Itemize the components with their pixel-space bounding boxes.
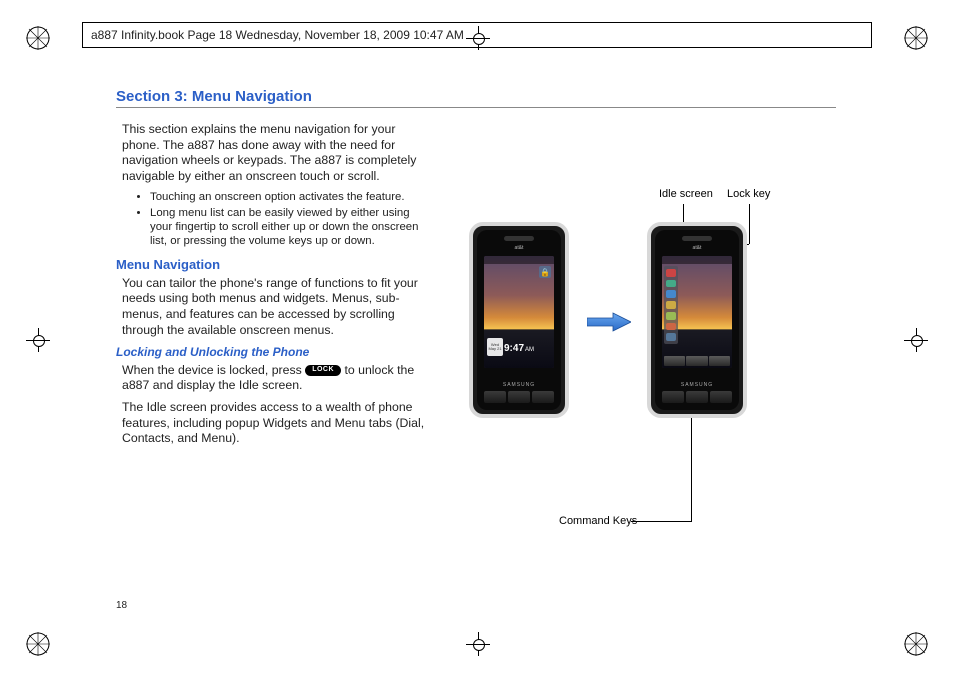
- softkey-bar: [664, 356, 730, 366]
- left-column: This section explains the menu navigatio…: [116, 122, 431, 453]
- date-md: May 21: [488, 347, 501, 351]
- softkey: [686, 356, 707, 366]
- widget-icon: [666, 290, 676, 298]
- lock-key-icon: LOCK: [305, 365, 341, 376]
- phone-speaker: [682, 236, 712, 241]
- registration-mark-icon: [902, 630, 930, 658]
- clock: 9:47AM: [504, 343, 534, 354]
- crop-cross-icon: [466, 632, 490, 656]
- phone-screen: 🔒 Wed May 21 9:47AM: [484, 256, 554, 368]
- phone-statusbar: [662, 256, 732, 264]
- widget-icon: [666, 333, 676, 341]
- hardkey: [532, 391, 554, 403]
- bullet-item: Touching an onscreen option activates th…: [150, 191, 431, 205]
- clock-time: 9:47: [504, 343, 524, 354]
- section-title: Section 3: Menu Navigation: [116, 88, 836, 108]
- callout-command-keys: Command Keys: [559, 515, 637, 527]
- page-number: 18: [116, 600, 127, 611]
- bullet-item: Long menu list can be easily viewed by e…: [150, 207, 431, 249]
- hardkey: [484, 391, 506, 403]
- leader-line: [691, 400, 692, 522]
- hardkey: [686, 391, 708, 403]
- registration-mark-icon: [24, 630, 52, 658]
- intro-paragraph: This section explains the menu navigatio…: [122, 122, 431, 185]
- lock-icon: 🔒: [539, 266, 551, 278]
- right-column: Idle screen Lock key Command Keys at&t 🔒: [459, 122, 836, 453]
- registration-mark-icon: [24, 24, 52, 52]
- bullet-list: Touching an onscreen option activates th…: [116, 191, 431, 249]
- leader-line: [749, 204, 750, 244]
- menu-navigation-paragraph: You can tailor the phone's range of func…: [122, 276, 431, 339]
- softkey: [709, 356, 730, 366]
- callout-idle-screen: Idle screen: [659, 188, 713, 200]
- phone-idle-illustration: at&t: [647, 222, 747, 418]
- document-header-bar: a887 Infinity.book Page 18 Wednesday, No…: [82, 22, 872, 48]
- arrow-right-icon: [587, 312, 631, 332]
- widget-icon: [666, 269, 676, 277]
- brand-logo: SAMSUNG: [503, 382, 535, 388]
- phone-hardkeys: [662, 391, 732, 403]
- phone-screen: [662, 256, 732, 368]
- phone-locked-illustration: at&t 🔒 Wed May 21 9:47AM SAMSUNG: [469, 222, 569, 418]
- widget-icon: [666, 312, 676, 320]
- hardkey: [508, 391, 530, 403]
- widget-bar: [664, 266, 678, 344]
- registration-mark-icon: [902, 24, 930, 52]
- phone-speaker: [504, 236, 534, 241]
- date-widget: Wed May 21: [487, 338, 503, 356]
- widget-icon: [666, 323, 676, 331]
- widget-icon: [666, 280, 676, 288]
- phone-statusbar: [484, 256, 554, 264]
- lock-paragraph: When the device is locked, press LOCK to…: [122, 363, 431, 394]
- callout-lock-key: Lock key: [727, 188, 770, 200]
- phone-hardkeys: [484, 391, 554, 403]
- widget-icon: [666, 301, 676, 309]
- clock-ampm: AM: [525, 347, 534, 353]
- hardkey: [662, 391, 684, 403]
- hardkey: [710, 391, 732, 403]
- crop-cross-icon: [26, 328, 50, 352]
- crop-cross-icon: [904, 328, 928, 352]
- page-content: Section 3: Menu Navigation This section …: [116, 88, 836, 453]
- idle-paragraph: The Idle screen provides access to a wea…: [122, 400, 431, 447]
- softkey: [664, 356, 685, 366]
- document-header-text: a887 Infinity.book Page 18 Wednesday, No…: [91, 28, 464, 42]
- heading-locking-unlocking: Locking and Unlocking the Phone: [116, 345, 431, 359]
- lock-paragraph-prefix: When the device is locked, press: [122, 363, 305, 377]
- heading-menu-navigation: Menu Navigation: [116, 257, 431, 272]
- leader-line: [631, 521, 691, 522]
- brand-logo: SAMSUNG: [681, 382, 713, 388]
- carrier-logo: at&t: [693, 245, 702, 251]
- carrier-logo: at&t: [515, 245, 524, 251]
